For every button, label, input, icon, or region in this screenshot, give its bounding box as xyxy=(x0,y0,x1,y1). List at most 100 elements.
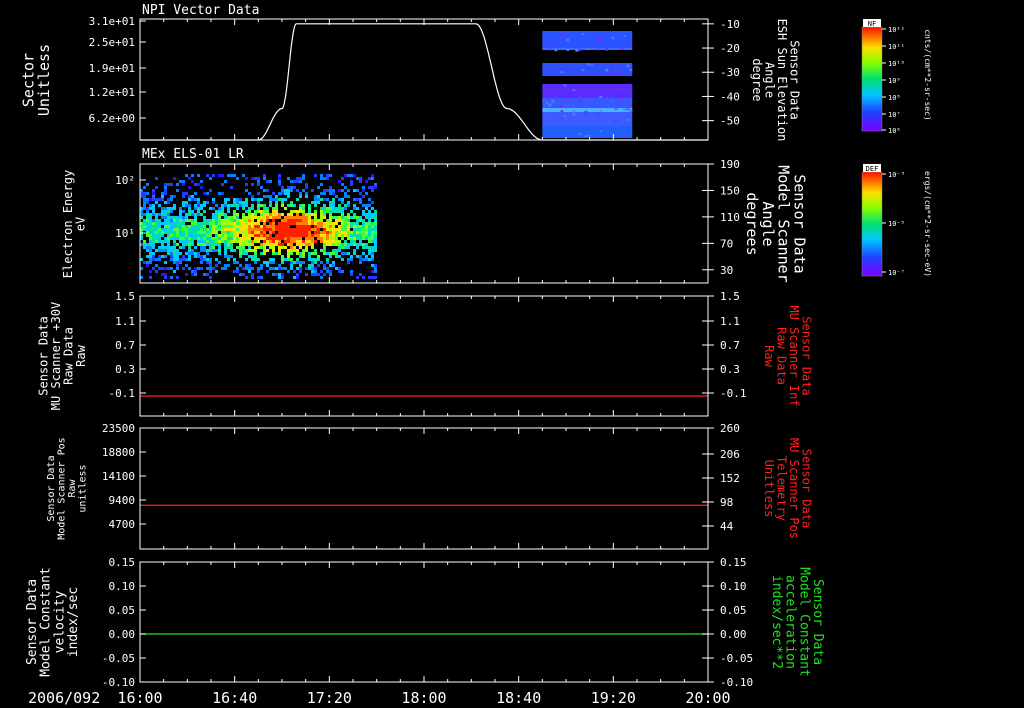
els-spectrogram-cell xyxy=(200,261,203,264)
npi-spectrogram-cell xyxy=(587,63,591,66)
els-spectrogram-cell xyxy=(143,186,146,189)
els-spectrogram-cell xyxy=(338,189,341,192)
els-spectrogram-cell xyxy=(224,204,227,207)
els-spectrogram-cell xyxy=(350,225,353,228)
els-spectrogram-cell xyxy=(191,240,194,243)
els-spectrogram-cell xyxy=(320,192,323,195)
npi-spectrogram-cell xyxy=(545,102,549,105)
els-spectrogram-cell xyxy=(197,210,200,213)
els-spectrogram-cell xyxy=(332,252,335,255)
els-spectrogram-cell xyxy=(263,195,266,198)
els-spectrogram-cell xyxy=(371,189,374,192)
els-spectrogram-cell xyxy=(269,216,272,219)
els-spectrogram-cell xyxy=(368,234,371,237)
els-spectrogram-cell xyxy=(305,246,308,249)
els-spectrogram-cell xyxy=(290,240,293,243)
els-spectrogram-cell xyxy=(308,204,311,207)
els-spectrogram-cell xyxy=(257,267,260,270)
els-spectrogram-cell xyxy=(311,213,314,216)
els-spectrogram-cell xyxy=(254,252,257,255)
els-spectrogram-cell xyxy=(209,243,212,246)
els-spectrogram-cell xyxy=(158,240,161,243)
els-spectrogram-cell xyxy=(287,186,290,189)
els-spectrogram-cell xyxy=(149,231,152,234)
els-spectrogram-cell xyxy=(239,246,242,249)
els-spectrogram-cell xyxy=(266,180,269,183)
els-spectrogram-cell xyxy=(332,261,335,264)
els-spectrogram-cell xyxy=(212,249,215,252)
els-spectrogram-cell xyxy=(248,270,251,273)
els-spectrogram-cell xyxy=(242,249,245,252)
els-spectrogram-cell xyxy=(341,258,344,261)
els-spectrogram-cell xyxy=(359,201,362,204)
els-spectrogram-cell xyxy=(224,216,227,219)
npi-spectrogram-cell xyxy=(620,48,624,50)
els-spectrogram-cell xyxy=(221,237,224,240)
els-spectrogram-cell xyxy=(218,261,221,264)
els-spectrogram-cell xyxy=(299,180,302,183)
els-spectrogram-cell xyxy=(191,219,194,222)
els-spectrogram-cell xyxy=(371,270,374,273)
els-spectrogram-cell xyxy=(221,234,224,237)
els-spectrogram-cell xyxy=(365,216,368,219)
els-spectrogram-cell xyxy=(251,234,254,237)
els-spectrogram-cell xyxy=(224,246,227,249)
y-tick-label: 0.10 xyxy=(109,580,136,593)
els-spectrogram-cell xyxy=(302,216,305,219)
els-spectrogram-cell xyxy=(236,207,239,210)
els-spectrogram-cell xyxy=(203,234,206,237)
els-spectrogram-cell xyxy=(338,234,341,237)
els-spectrogram-cell xyxy=(293,222,296,225)
els-spectrogram-cell xyxy=(365,228,368,231)
els-spectrogram-cell xyxy=(236,219,239,222)
els-spectrogram-cell xyxy=(245,177,248,180)
els-spectrogram-cell xyxy=(362,204,365,207)
els-spectrogram-cell xyxy=(176,189,179,192)
els-spectrogram-cell xyxy=(257,237,260,240)
els-spectrogram-cell xyxy=(344,207,347,210)
els-spectrogram-cell xyxy=(314,273,317,276)
els-spectrogram-cell xyxy=(344,222,347,225)
els-spectrogram-cell xyxy=(188,231,191,234)
els-spectrogram-cell xyxy=(260,210,263,213)
els-spectrogram-cell xyxy=(305,186,308,189)
els-spectrogram-cell xyxy=(233,249,236,252)
els-spectrogram-cell xyxy=(230,219,233,222)
els-spectrogram-cell xyxy=(308,234,311,237)
npi-spectrogram-cell xyxy=(614,108,618,110)
els-spectrogram-cell xyxy=(263,177,266,180)
els-spectrogram-cell xyxy=(338,228,341,231)
els-spectrogram-cell xyxy=(194,192,197,195)
els-spectrogram-cell xyxy=(365,234,368,237)
els-spectrogram-cell xyxy=(185,228,188,231)
els-spectrogram-cell xyxy=(239,225,242,228)
els-spectrogram-cell xyxy=(257,246,260,249)
els-spectrogram-cell xyxy=(311,273,314,276)
els-spectrogram-cell xyxy=(326,207,329,210)
y-tick-label: -0.1 xyxy=(109,387,136,400)
els-spectrogram-cell xyxy=(275,234,278,237)
els-spectrogram-cell xyxy=(161,210,164,213)
els-spectrogram-cell xyxy=(203,237,206,240)
els-spectrogram-cell xyxy=(152,192,155,195)
els-spectrogram-cell xyxy=(206,237,209,240)
els-spectrogram-cell xyxy=(275,213,278,216)
els-spectrogram-cell xyxy=(173,219,176,222)
els-spectrogram-cell xyxy=(206,231,209,234)
els-spectrogram-cell xyxy=(365,213,368,216)
els-spectrogram-cell xyxy=(272,252,275,255)
els-spectrogram-cell xyxy=(149,207,152,210)
els-spectrogram-cell xyxy=(275,207,278,210)
els-spectrogram-cell xyxy=(251,273,254,276)
els-spectrogram-cell xyxy=(212,198,215,201)
els-spectrogram-cell xyxy=(146,210,149,213)
time-tick-label: 20:00 xyxy=(685,689,730,707)
els-spectrogram-cell xyxy=(233,240,236,243)
els-spectrogram-cell xyxy=(293,276,296,279)
time-tick-label: 17:20 xyxy=(307,689,352,707)
els-spectrogram-cell xyxy=(290,246,293,249)
els-spectrogram-cell xyxy=(362,228,365,231)
els-spectrogram-cell xyxy=(371,177,374,180)
els-spectrogram-cell xyxy=(365,225,368,228)
els-spectrogram-cell xyxy=(182,201,185,204)
